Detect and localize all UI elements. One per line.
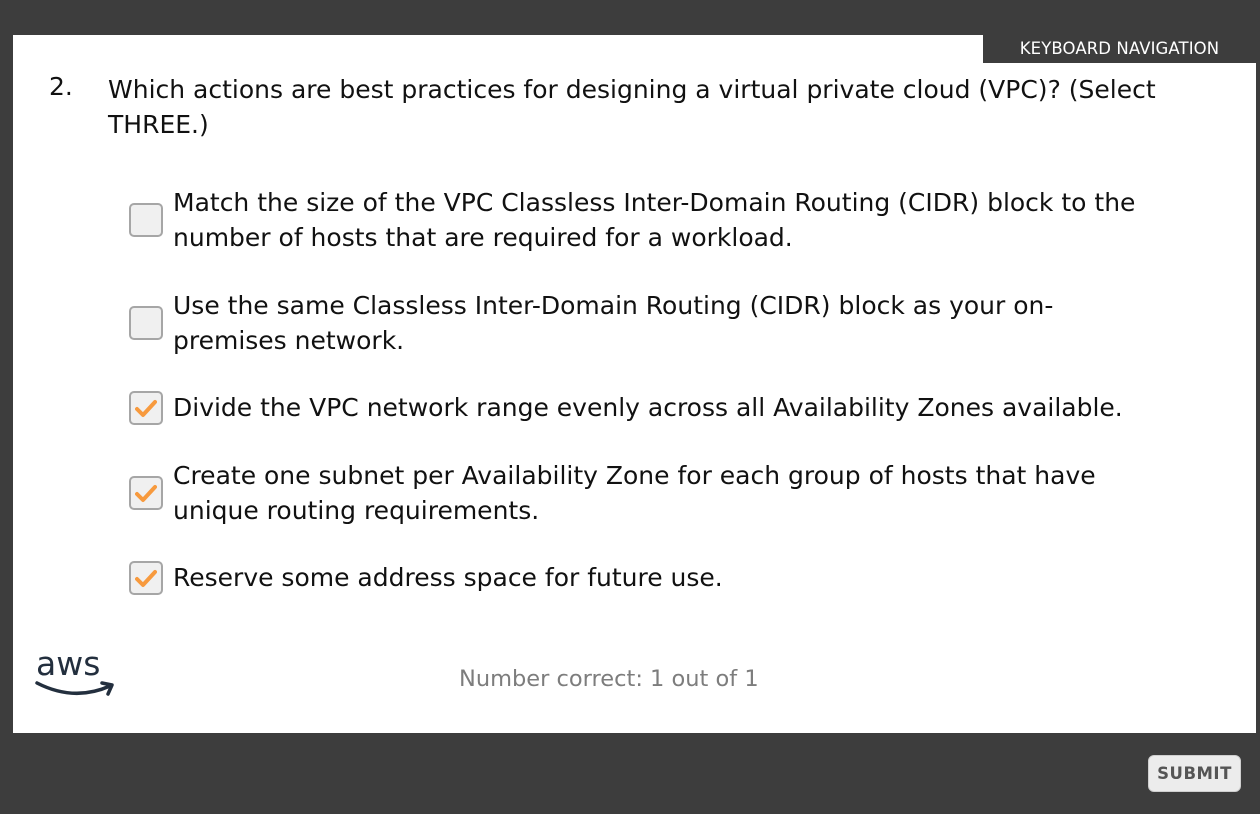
checkbox-unchecked[interactable] <box>129 306 163 340</box>
checkbox-checked[interactable] <box>129 561 163 595</box>
keyboard-navigation-button[interactable]: KEYBOARD NAVIGATION <box>983 35 1256 63</box>
checkmark-icon <box>135 400 157 417</box>
answer-option-label: Match the size of the VPC Classless Inte… <box>173 188 1136 252</box>
answer-option-label: Divide the VPC network range evenly acro… <box>173 393 1123 422</box>
checkbox-checked[interactable] <box>129 476 163 510</box>
checkmark-icon <box>135 485 157 502</box>
question-number: 2. <box>49 72 73 101</box>
checkbox-unchecked[interactable] <box>129 203 163 237</box>
quiz-panel: KEYBOARD NAVIGATION 2. Which actions are… <box>13 35 1256 733</box>
score-text: Number correct: 1 out of 1 <box>459 666 759 692</box>
question-text: Which actions are best practices for des… <box>108 75 1156 139</box>
checkbox-checked[interactable] <box>129 391 163 425</box>
aws-logo: aws <box>34 644 118 702</box>
answer-option-label: Use the same Classless Inter-Domain Rout… <box>173 291 1054 355</box>
answer-option-label: Create one subnet per Availability Zone … <box>173 461 1096 525</box>
submit-button[interactable]: SUBMIT <box>1148 755 1241 792</box>
checkmark-icon <box>135 570 157 587</box>
aws-logo-text: aws <box>36 644 100 683</box>
answer-option-label: Reserve some address space for future us… <box>173 563 723 592</box>
